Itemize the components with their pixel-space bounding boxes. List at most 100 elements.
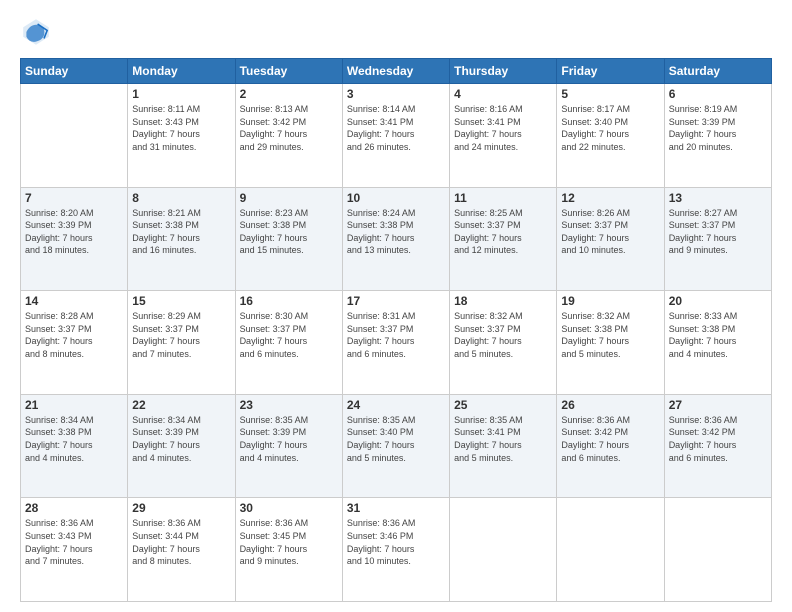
day-number: 2 [240, 87, 338, 101]
day-info: Sunrise: 8:29 AMSunset: 3:37 PMDaylight:… [132, 310, 230, 360]
day-number: 14 [25, 294, 123, 308]
calendar-cell: 3Sunrise: 8:14 AMSunset: 3:41 PMDaylight… [342, 84, 449, 188]
day-number: 17 [347, 294, 445, 308]
sunset-text: Sunset: 3:39 PM [240, 426, 338, 439]
daylight-text: Daylight: 7 hoursand 6 minutes. [240, 335, 338, 360]
calendar-cell [450, 498, 557, 602]
day-info: Sunrise: 8:19 AMSunset: 3:39 PMDaylight:… [669, 103, 767, 153]
calendar-cell: 1Sunrise: 8:11 AMSunset: 3:43 PMDaylight… [128, 84, 235, 188]
calendar-table: SundayMondayTuesdayWednesdayThursdayFrid… [20, 58, 772, 602]
calendar-week-1: 1Sunrise: 8:11 AMSunset: 3:43 PMDaylight… [21, 84, 772, 188]
day-number: 8 [132, 191, 230, 205]
day-info: Sunrise: 8:34 AMSunset: 3:39 PMDaylight:… [132, 414, 230, 464]
daylight-text: Daylight: 7 hoursand 20 minutes. [669, 128, 767, 153]
calendar-cell [21, 84, 128, 188]
day-number: 21 [25, 398, 123, 412]
calendar-cell: 21 Sunrise: 8:34 AMSunset: 3:38 PMDayligh… [21, 394, 128, 498]
sunset-text: Sunset: 3:42 PM [561, 426, 659, 439]
day-info: Sunrise: 8:28 AMSunset: 3:37 PMDaylight:… [25, 310, 123, 360]
day-info: Sunrise: 8:35 AMSunset: 3:39 PMDaylight:… [240, 414, 338, 464]
weekday-wednesday: Wednesday [342, 59, 449, 84]
day-number: 27 [669, 398, 767, 412]
day-number: 20 [669, 294, 767, 308]
sunrise-text: Sunrise: 8:19 AM [669, 103, 767, 116]
sunrise-text: Sunrise: 8:33 AM [669, 310, 767, 323]
sunrise-text: Sunrise: 8:14 AM [347, 103, 445, 116]
weekday-sunday: Sunday [21, 59, 128, 84]
sunrise-text: Sunrise: 8:34 AM [132, 414, 230, 427]
sunset-text: Sunset: 3:43 PM [132, 116, 230, 129]
page: SundayMondayTuesdayWednesdayThursdayFrid… [0, 0, 792, 612]
sunset-text: Sunset: 3:39 PM [25, 219, 123, 232]
sunrise-text: Sunrise: 8:27 AM [669, 207, 767, 220]
calendar-week-5: 28Sunrise: 8:36 AMSunset: 3:43 PMDayligh… [21, 498, 772, 602]
calendar-cell: 29Sunrise: 8:36 AMSunset: 3:44 PMDayligh… [128, 498, 235, 602]
day-info: Sunrise: 8:34 AMSunset: 3:38 PMDaylight:… [25, 414, 123, 464]
calendar-cell: 22Sunrise: 8:34 AMSunset: 3:39 PMDayligh… [128, 394, 235, 498]
sunrise-text: Sunrise: 8:29 AM [132, 310, 230, 323]
daylight-text: Daylight: 7 hoursand 24 minutes. [454, 128, 552, 153]
sunrise-text: Sunrise: 8:16 AM [454, 103, 552, 116]
day-info: Sunrise: 8:16 AMSunset: 3:41 PMDaylight:… [454, 103, 552, 153]
daylight-text: Daylight: 7 hoursand 6 minutes. [347, 335, 445, 360]
sunrise-text: Sunrise: 8:36 AM [25, 517, 123, 530]
sunset-text: Sunset: 3:41 PM [454, 426, 552, 439]
calendar-week-4: 21 Sunrise: 8:34 AMSunset: 3:38 PMDayligh… [21, 394, 772, 498]
sunrise-text: Sunrise: 8:20 AM [25, 207, 123, 220]
sunrise-text: Sunrise: 8:32 AM [454, 310, 552, 323]
weekday-saturday: Saturday [664, 59, 771, 84]
weekday-header-row: SundayMondayTuesdayWednesdayThursdayFrid… [21, 59, 772, 84]
sunrise-text: Sunrise: 8:26 AM [561, 207, 659, 220]
day-number: 13 [669, 191, 767, 205]
day-info: Sunrise: 8:13 AMSunset: 3:42 PMDaylight:… [240, 103, 338, 153]
day-info: Sunrise: 8:36 AMSunset: 3:42 PMDaylight:… [669, 414, 767, 464]
calendar-cell [664, 498, 771, 602]
header [20, 16, 772, 48]
daylight-text: Daylight: 7 hoursand 18 minutes. [25, 232, 123, 257]
daylight-text: Daylight: 7 hoursand 13 minutes. [347, 232, 445, 257]
calendar-cell: 23Sunrise: 8:35 AMSunset: 3:39 PMDayligh… [235, 394, 342, 498]
sunset-text: Sunset: 3:46 PM [347, 530, 445, 543]
daylight-text: Daylight: 7 hoursand 7 minutes. [25, 543, 123, 568]
sunset-text: Sunset: 3:37 PM [454, 219, 552, 232]
day-number: 4 [454, 87, 552, 101]
daylight-text: Daylight: 7 hoursand 4 minutes. [240, 439, 338, 464]
day-info: Sunrise: 8:35 AMSunset: 3:40 PMDaylight:… [347, 414, 445, 464]
daylight-text: Daylight: 7 hoursand 9 minutes. [240, 543, 338, 568]
calendar-cell: 17Sunrise: 8:31 AMSunset: 3:37 PMDayligh… [342, 291, 449, 395]
sunrise-text: Sunrise: 8:35 AM [240, 414, 338, 427]
sunrise-text: Sunrise: 8:13 AM [240, 103, 338, 116]
daylight-text: Daylight: 7 hoursand 22 minutes. [561, 128, 659, 153]
calendar-cell: 28Sunrise: 8:36 AMSunset: 3:43 PMDayligh… [21, 498, 128, 602]
daylight-text: Daylight: 7 hoursand 5 minutes. [561, 335, 659, 360]
daylight-text: Daylight: 7 hoursand 26 minutes. [347, 128, 445, 153]
calendar-cell: 20Sunrise: 8:33 AMSunset: 3:38 PMDayligh… [664, 291, 771, 395]
day-info: Sunrise: 8:26 AMSunset: 3:37 PMDaylight:… [561, 207, 659, 257]
calendar-week-2: 7Sunrise: 8:20 AMSunset: 3:39 PMDaylight… [21, 187, 772, 291]
weekday-friday: Friday [557, 59, 664, 84]
calendar-cell: 13Sunrise: 8:27 AMSunset: 3:37 PMDayligh… [664, 187, 771, 291]
calendar-cell: 16Sunrise: 8:30 AMSunset: 3:37 PMDayligh… [235, 291, 342, 395]
day-number: 7 [25, 191, 123, 205]
day-info: Sunrise: 8:36 AMSunset: 3:45 PMDaylight:… [240, 517, 338, 567]
daylight-text: Daylight: 7 hoursand 12 minutes. [454, 232, 552, 257]
day-info: Sunrise: 8:20 AMSunset: 3:39 PMDaylight:… [25, 207, 123, 257]
sunset-text: Sunset: 3:43 PM [25, 530, 123, 543]
calendar-cell: 30Sunrise: 8:36 AMSunset: 3:45 PMDayligh… [235, 498, 342, 602]
sunset-text: Sunset: 3:42 PM [240, 116, 338, 129]
day-number: 19 [561, 294, 659, 308]
calendar-cell: 15Sunrise: 8:29 AMSunset: 3:37 PMDayligh… [128, 291, 235, 395]
daylight-text: Daylight: 7 hoursand 4 minutes. [25, 439, 123, 464]
day-number: 26 [561, 398, 659, 412]
daylight-text: Daylight: 7 hoursand 5 minutes. [454, 335, 552, 360]
daylight-text: Daylight: 7 hoursand 9 minutes. [669, 232, 767, 257]
day-info: Sunrise: 8:25 AMSunset: 3:37 PMDaylight:… [454, 207, 552, 257]
calendar-week-3: 14 Sunrise: 8:28 AMSunset: 3:37 PMDayligh… [21, 291, 772, 395]
sunset-text: Sunset: 3:38 PM [561, 323, 659, 336]
sunrise-text: Sunrise: 8:32 AM [561, 310, 659, 323]
calendar-cell: 27 Sunrise: 8:36 AMSunset: 3:42 PMDayligh… [664, 394, 771, 498]
sunrise-text: Sunrise: 8:25 AM [454, 207, 552, 220]
sunset-text: Sunset: 3:37 PM [561, 219, 659, 232]
sunset-text: Sunset: 3:37 PM [347, 323, 445, 336]
day-number: 5 [561, 87, 659, 101]
